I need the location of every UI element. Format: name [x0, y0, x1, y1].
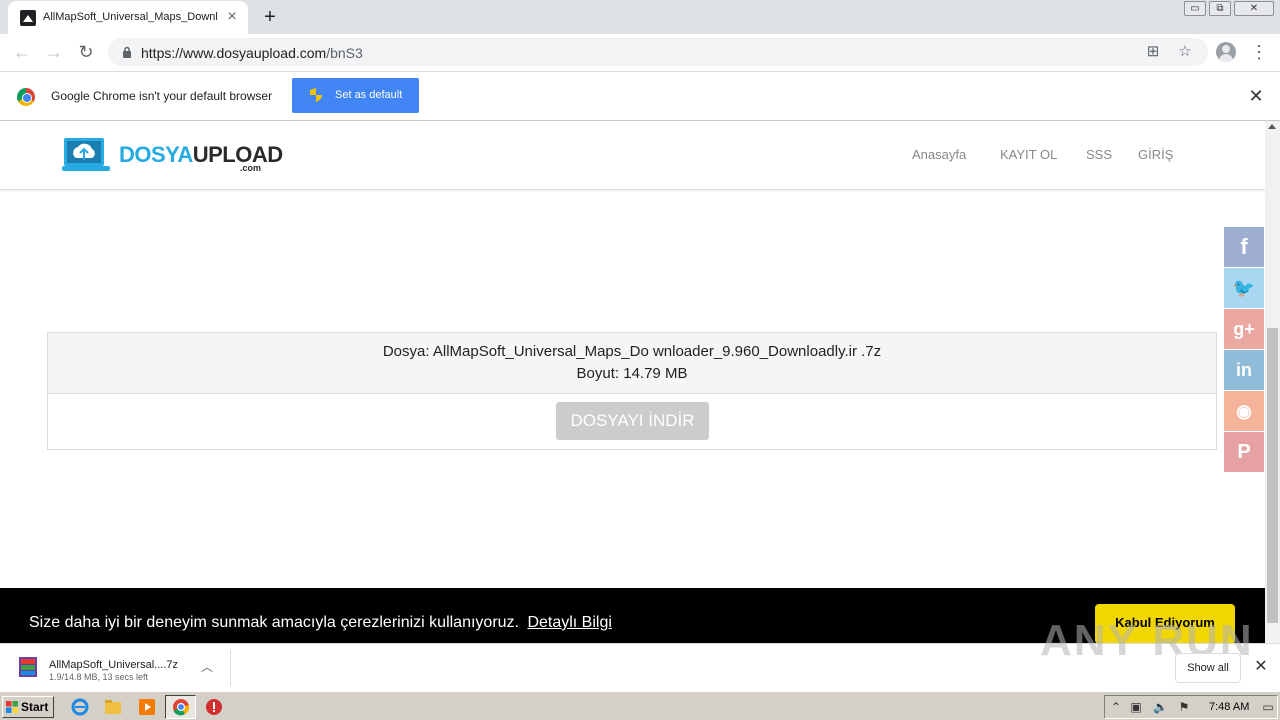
download-file-button[interactable]: DOSYAYI İNDİR: [556, 402, 709, 440]
show-desktop-icon[interactable]: ▭: [1261, 700, 1275, 714]
windows-flag-icon: [6, 701, 18, 713]
media-player-icon[interactable]: [137, 697, 157, 717]
back-icon[interactable]: ←: [10, 40, 34, 64]
chrome-menu-icon[interactable]: ⋮: [1250, 42, 1268, 62]
volume-icon[interactable]: 🔈: [1153, 700, 1168, 714]
download-status: 1.9/14.8 MB, 13 secs left: [49, 672, 149, 682]
default-browser-infobar: Google Chrome isn't your default browser…: [0, 71, 1280, 121]
start-button[interactable]: Start: [2, 696, 54, 718]
shelf-divider: [230, 650, 231, 686]
site-header: DOSYAUPLOAD .com Anasayfa KAYIT OL SSS G…: [0, 121, 1265, 190]
tray-expand-icon[interactable]: ⌃: [1109, 700, 1123, 714]
chrome-taskbar-icon: [173, 699, 190, 716]
nav-faq[interactable]: SSS: [1086, 147, 1112, 162]
address-bar[interactable]: https://www.dosyaupload.com/bnS3 ⊞ ☆: [108, 38, 1208, 66]
scroll-thumb[interactable]: [1267, 328, 1278, 623]
share-reddit-button[interactable]: ◉: [1224, 391, 1264, 431]
nav-home[interactable]: Anasayfa: [912, 147, 966, 162]
cookie-message: Size daha iyi bir deneyim sunmak amacıyl…: [29, 614, 612, 632]
share-linkedin-button[interactable]: in: [1224, 350, 1264, 390]
url-path: /bnS3: [326, 45, 363, 61]
reddit-icon: ◉: [1224, 391, 1264, 431]
logo-subtext: .com: [240, 163, 262, 173]
new-tab-button[interactable]: +: [259, 6, 281, 28]
windows-taskbar: Start ⌃ ▣ 🔈 ⚑ 7:48 AM ▭: [0, 691, 1280, 720]
infobar-close-icon[interactable]: ✕: [1247, 87, 1265, 105]
browser-tab[interactable]: AllMapSoft_Universal_Maps_Downlo ×: [8, 1, 248, 34]
cookie-details-link[interactable]: Detaylı Bilgi: [527, 614, 611, 631]
share-facebook-button[interactable]: f: [1224, 227, 1264, 267]
translate-icon[interactable]: ⊞: [1144, 43, 1162, 61]
share-google-plus-button[interactable]: g+: [1224, 309, 1264, 349]
chrome-logo-icon: [17, 88, 35, 106]
network-icon[interactable]: ▣: [1129, 700, 1143, 714]
logo-text-accent: UPLOAD: [192, 142, 283, 167]
page-scrollbar[interactable]: [1265, 121, 1280, 643]
file-explorer-icon[interactable]: [103, 697, 123, 717]
web-page: DOSYAUPLOAD .com Anasayfa KAYIT OL SSS G…: [0, 121, 1265, 643]
pinterest-icon: P: [1224, 432, 1264, 472]
minimize-button[interactable]: ▭: [1184, 1, 1206, 16]
chevron-up-icon[interactable]: ︿: [199, 659, 215, 675]
download-file-name[interactable]: AllMapSoft_Universal....7z: [49, 659, 178, 671]
stop-sign-icon[interactable]: [204, 697, 224, 717]
restore-button[interactable]: ⧉: [1209, 1, 1231, 16]
set-as-default-label: Set as default: [335, 89, 403, 101]
reload-icon[interactable]: ↻: [74, 40, 98, 64]
infobar-message: Google Chrome isn't your default browser: [51, 89, 273, 103]
start-label: Start: [21, 700, 49, 714]
tab-close-icon[interactable]: ×: [224, 9, 240, 25]
linkedin-icon: in: [1224, 350, 1264, 390]
bookmark-star-icon[interactable]: ☆: [1176, 43, 1194, 61]
nav-login[interactable]: GİRİŞ: [1138, 147, 1173, 162]
share-pinterest-button[interactable]: P: [1224, 432, 1264, 472]
set-as-default-button[interactable]: Set as default: [292, 78, 419, 113]
tab-title: AllMapSoft_Universal_Maps_Downlo: [43, 11, 218, 23]
file-info: Dosya: AllMapSoft_Universal_Maps_Do wnlo…: [48, 333, 1216, 394]
cookie-consent-bar: Size daha iyi bir deneyim sunmak amacıyl…: [0, 588, 1265, 643]
internet-explorer-icon[interactable]: [70, 697, 90, 717]
uac-shield-icon: [310, 88, 322, 102]
site-favicon-icon: [20, 10, 36, 26]
scroll-up-icon[interactable]: [1268, 124, 1276, 129]
facebook-icon: f: [1224, 227, 1264, 267]
logo-text-main: DOSYA: [119, 142, 193, 167]
cookie-accept-button[interactable]: Kabul Ediyorum: [1095, 604, 1235, 643]
lock-icon: [123, 46, 131, 58]
twitter-icon: 🐦: [1224, 268, 1264, 308]
file-download-panel: Dosya: AllMapSoft_Universal_Maps_Do wnlo…: [47, 332, 1217, 450]
taskbar-clock[interactable]: 7:48 AM: [1209, 701, 1249, 713]
action-center-flag-icon[interactable]: ⚑: [1177, 700, 1191, 714]
profile-avatar-icon[interactable]: [1216, 42, 1236, 62]
window-close-button[interactable]: ✕: [1234, 1, 1274, 16]
google-plus-icon: g+: [1224, 309, 1264, 349]
file-name: Dosya: AllMapSoft_Universal_Maps_Do wnlo…: [382, 343, 882, 360]
url-text: https://www.dosyaupload.com/bnS3: [141, 45, 363, 61]
download-shelf: AllMapSoft_Universal....7z 1.9/14.8 MB, …: [0, 616, 1280, 691]
dosyaupload-logo-icon[interactable]: [62, 136, 110, 176]
forward-icon[interactable]: →: [42, 40, 66, 64]
url-host: https://www.dosyaupload.com: [141, 45, 327, 61]
show-all-button[interactable]: Show all: [1175, 653, 1241, 683]
archive-file-icon: [19, 657, 37, 677]
tab-strip: AllMapSoft_Universal_Maps_Downlo × + ▭ ⧉…: [0, 0, 1280, 34]
browser-toolbar: ← → ↻ https://www.dosyaupload.com/bnS3 ⊞…: [0, 34, 1280, 71]
taskbar-chrome-button[interactable]: [165, 695, 196, 719]
shelf-close-icon[interactable]: ✕: [1252, 658, 1270, 676]
file-size: Boyut: 14.79 MB: [576, 365, 688, 382]
share-twitter-button[interactable]: 🐦: [1224, 268, 1264, 308]
cookie-text: Size daha iyi bir deneyim sunmak amacıyl…: [29, 614, 519, 631]
nav-register[interactable]: KAYIT OL: [1000, 147, 1057, 162]
system-tray: ⌃ ▣ 🔈 ⚑ 7:48 AM ▭: [1104, 695, 1278, 719]
